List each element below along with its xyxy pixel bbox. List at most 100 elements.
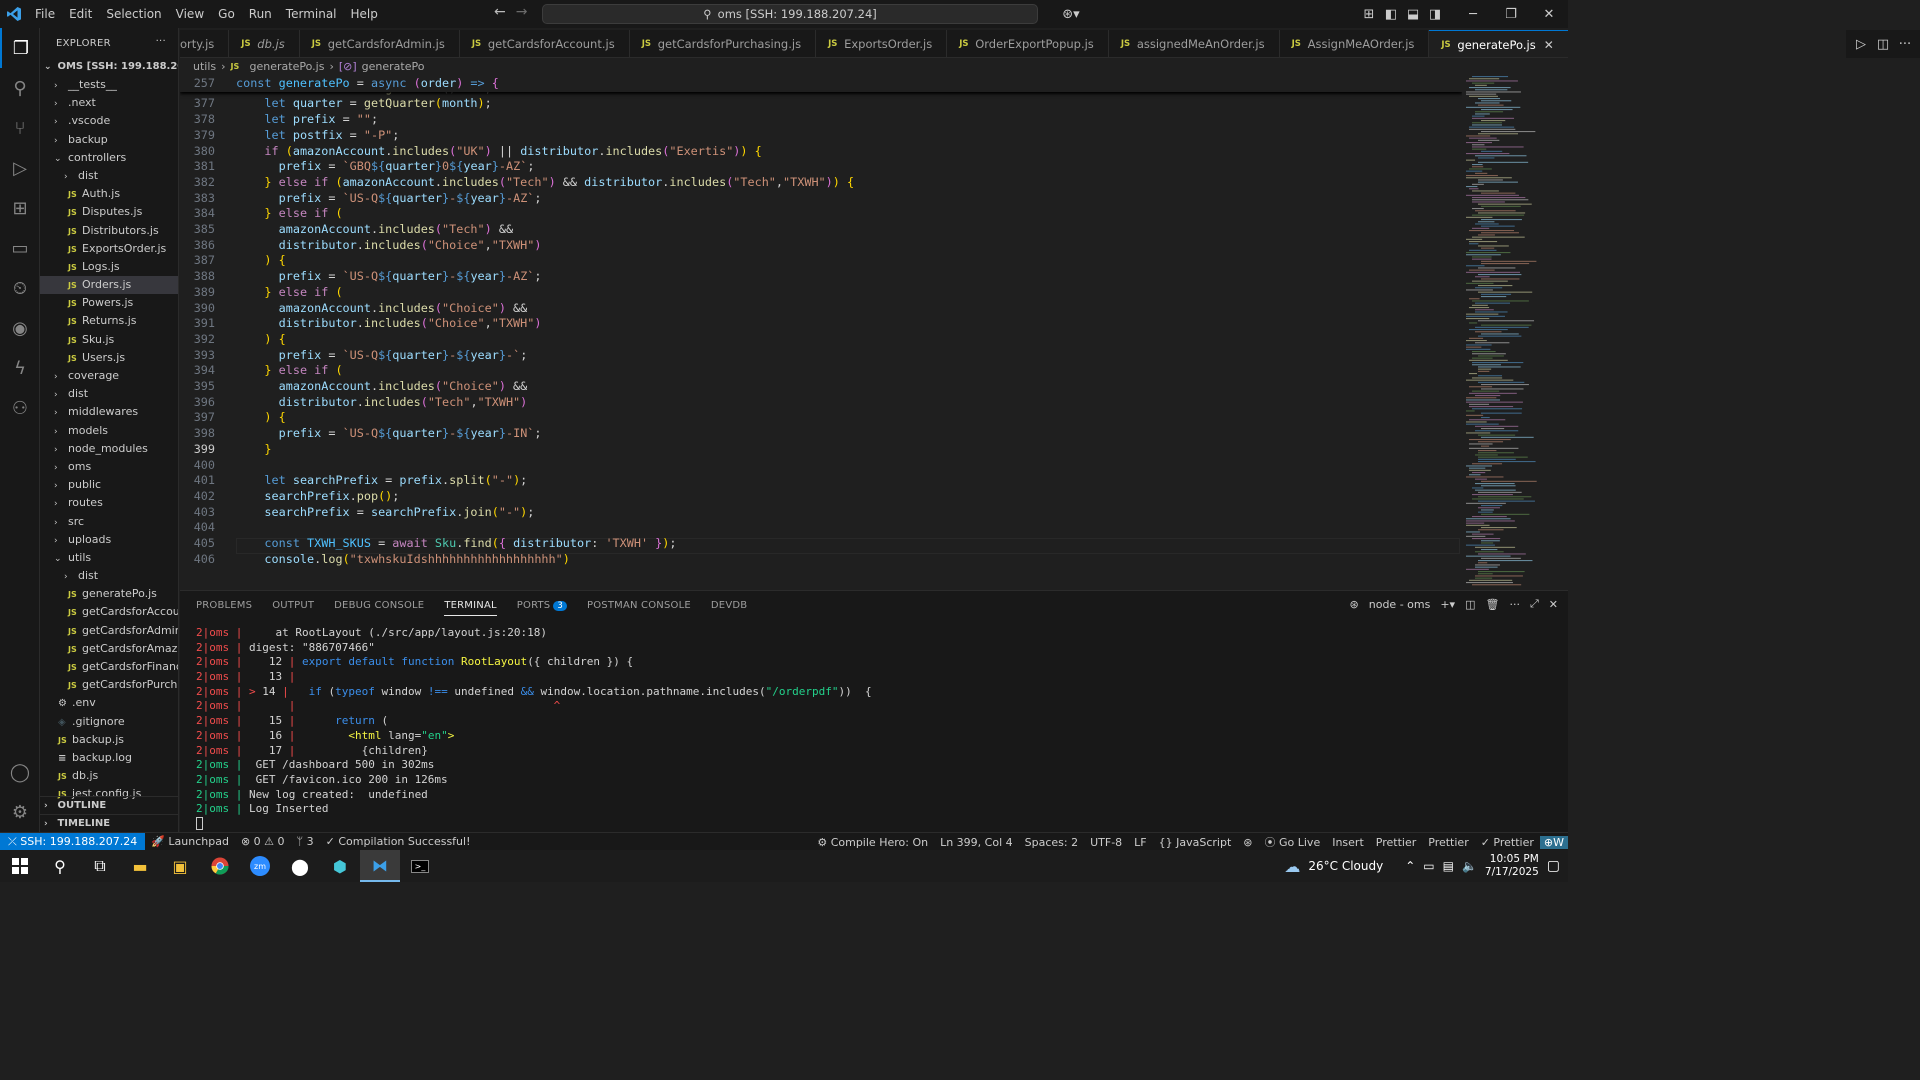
code-line[interactable]: 386 distributor.includes("Choice","TXWH"… [180, 238, 542, 254]
code-line[interactable]: 389 } else if ( [180, 285, 343, 301]
code-line[interactable]: 395 amazonAccount.includes("Choice") && [180, 379, 528, 395]
folder-item[interactable]: › public [40, 476, 178, 494]
compile-hero-item[interactable]: ⚙ Compile Hero: On [811, 836, 934, 849]
zoom-icon[interactable]: zm [240, 850, 280, 882]
code-line[interactable]: 384 } else if ( [180, 206, 343, 222]
file-item[interactable]: JS Sku.js [40, 331, 178, 349]
go-live-item[interactable]: ⦿ Go Live [1259, 834, 1327, 850]
editor-tab[interactable]: JS getCardsforPurchasing.js [630, 30, 817, 57]
file-explorer-icon[interactable]: ▬ [120, 850, 160, 882]
more-icon[interactable]: ··· [1509, 598, 1520, 611]
panel-tab-output[interactable]: OUTPUT [272, 600, 314, 611]
sticky-scroll-header[interactable]: 257 const generatePo = async (order) => { [180, 76, 1462, 92]
store-icon[interactable]: ▣ [160, 850, 200, 882]
workspace-root[interactable]: ⌄ OMS [SSH: 199.188.207.24] [40, 58, 178, 76]
more-icon[interactable]: ··· [1894, 37, 1916, 52]
code-line[interactable]: 377 let quarter = getQuarter(month); [180, 96, 492, 112]
code-line[interactable]: 403 searchPrefix = searchPrefix.join("-"… [180, 505, 535, 521]
code-line[interactable]: 390 amazonAccount.includes("Choice") && [180, 301, 528, 317]
terminal-output[interactable]: 2|oms | at RootLayout (./src/app/layout.… [196, 626, 1536, 831]
code-line[interactable]: 397 ) { [180, 410, 286, 426]
folder-item[interactable]: › src [40, 513, 178, 531]
file-item[interactable]: JS getCardsforAmazon.js [40, 640, 178, 658]
compile-status[interactable]: ✓ Compilation Successful! [320, 835, 477, 848]
panel-tab-ports[interactable]: PORTS 3 [517, 600, 567, 611]
outline-section[interactable]: › OUTLINE [40, 796, 178, 814]
folder-item[interactable]: › oms [40, 458, 178, 476]
file-item[interactable]: JS Auth.js [40, 185, 178, 203]
folder-item[interactable]: › node_modules [40, 440, 178, 458]
timeline-extension-icon[interactable]: ⏲ [0, 268, 40, 308]
explorer-icon[interactable]: ❐ [0, 28, 40, 68]
file-item[interactable]: JS getCardsforAdmin.js [40, 622, 178, 640]
file-item[interactable]: JS Logs.js [40, 258, 178, 276]
split-editor-icon[interactable]: ◫ [1872, 37, 1894, 52]
file-item[interactable]: JS getCardsforFinance.js [40, 658, 178, 676]
editor-scrollbar[interactable] [1558, 76, 1568, 590]
insert-mode[interactable]: Insert [1326, 836, 1370, 849]
app-icon[interactable]: ⬤ [280, 850, 320, 882]
minimap[interactable] [1462, 76, 1558, 590]
code-line[interactable]: 380 if (amazonAccount.includes("UK") || … [180, 144, 762, 160]
prettier-item[interactable]: Prettier [1370, 836, 1422, 849]
menu-view[interactable]: View [169, 0, 211, 28]
editor-tab[interactable]: JS db.js [229, 30, 300, 57]
extensions-icon[interactable]: ⊞ [0, 188, 40, 228]
close-window-button[interactable]: ✕ [1530, 7, 1568, 22]
code-line[interactable]: 379 let postfix = "-P"; [180, 128, 400, 144]
folder-item[interactable]: › backup [40, 131, 178, 149]
toggle-secondary-sidebar-icon[interactable]: ◨ [1424, 7, 1446, 22]
folder-item[interactable]: › dist [40, 385, 178, 403]
code-line[interactable]: 406 console.log("txwhskuIdshhhhhhhhhhhhh… [180, 552, 570, 568]
menu-edit[interactable]: Edit [62, 0, 99, 28]
file-item[interactable]: ◈ .gitignore [40, 713, 178, 731]
prettier-item[interactable]: Prettier [1422, 836, 1474, 849]
search-view-icon[interactable]: ⚲ [0, 68, 40, 108]
breadcrumb-symbol[interactable]: generatePo [362, 58, 425, 76]
editor-tab[interactable]: JS generatePo.js ✕ [1429, 30, 1568, 57]
toggle-sidebar-icon[interactable]: ◧ [1380, 7, 1402, 22]
remote-indicator[interactable]: ⤫ SSH: 199.188.207.24 [0, 832, 146, 851]
menu-help[interactable]: Help [344, 0, 385, 28]
editor-tab[interactable]: JS getCardsforAccount.js [460, 30, 630, 57]
task-view-icon[interactable]: ⧉ [80, 850, 120, 882]
folder-item[interactable]: › middlewares [40, 403, 178, 421]
file-item[interactable]: JS Users.js [40, 349, 178, 367]
folder-item[interactable]: › routes [40, 494, 178, 512]
close-tab-icon[interactable]: ✕ [1544, 38, 1554, 52]
folder-item[interactable]: › models [40, 422, 178, 440]
code-line[interactable]: 391 distributor.includes("Choice","TXWH"… [180, 316, 542, 332]
forward-arrow-icon[interactable]: → [516, 4, 528, 20]
code-line[interactable]: 392 ) { [180, 332, 286, 348]
split-terminal-icon[interactable]: ◫ [1465, 598, 1475, 611]
code-line[interactable]: 401 let searchPrefix = prefix.split("-")… [180, 473, 528, 489]
folder-item[interactable]: › .vscode [40, 112, 178, 130]
timeline-section[interactable]: › TIMELINE [40, 814, 178, 832]
encoding[interactable]: UTF-8 [1084, 836, 1128, 849]
toggle-panel-icon[interactable]: ⬓ [1402, 7, 1424, 22]
maximize-panel-icon[interactable]: ⤢ [1530, 597, 1539, 611]
editor-tab[interactable]: orty.js [180, 30, 230, 57]
code-line[interactable]: 399 } [180, 442, 272, 458]
close-panel-icon[interactable]: ✕ [1549, 598, 1558, 611]
command-center-search[interactable]: ⚲ oms [SSH: 199.188.207.24] [542, 4, 1038, 24]
menu-file[interactable]: File [28, 0, 62, 28]
launchpad-item[interactable]: 🚀 Launchpad [145, 835, 235, 848]
back-arrow-icon[interactable]: ← [494, 4, 506, 20]
chrome-icon[interactable] [200, 850, 240, 882]
run-icon[interactable]: ▷ [1850, 37, 1872, 52]
python-icon[interactable]: ⚇ [0, 388, 40, 428]
folder-item[interactable]: › coverage [40, 367, 178, 385]
panel-tab-terminal[interactable]: TERMINAL [444, 600, 497, 616]
folder-item[interactable]: › dist [40, 167, 178, 185]
editor-tab[interactable]: JS assignedMeAnOrder.js [1109, 30, 1280, 57]
network-icon[interactable]: ▤ [1443, 859, 1454, 873]
code-line[interactable]: 400 [180, 458, 236, 474]
indentation[interactable]: Spaces: 2 [1019, 836, 1084, 849]
code-line[interactable]: 385 amazonAccount.includes("Tech") && [180, 222, 513, 238]
menu-run[interactable]: Run [242, 0, 279, 28]
code-line[interactable]: 398 prefix = `US-Q${quarter}-${year}-IN`… [180, 426, 542, 442]
file-item[interactable]: JS Disputes.js [40, 203, 178, 221]
manage-gear-icon[interactable]: ⚙ [0, 792, 40, 832]
app-icon-2[interactable]: ⬢ [320, 850, 360, 882]
